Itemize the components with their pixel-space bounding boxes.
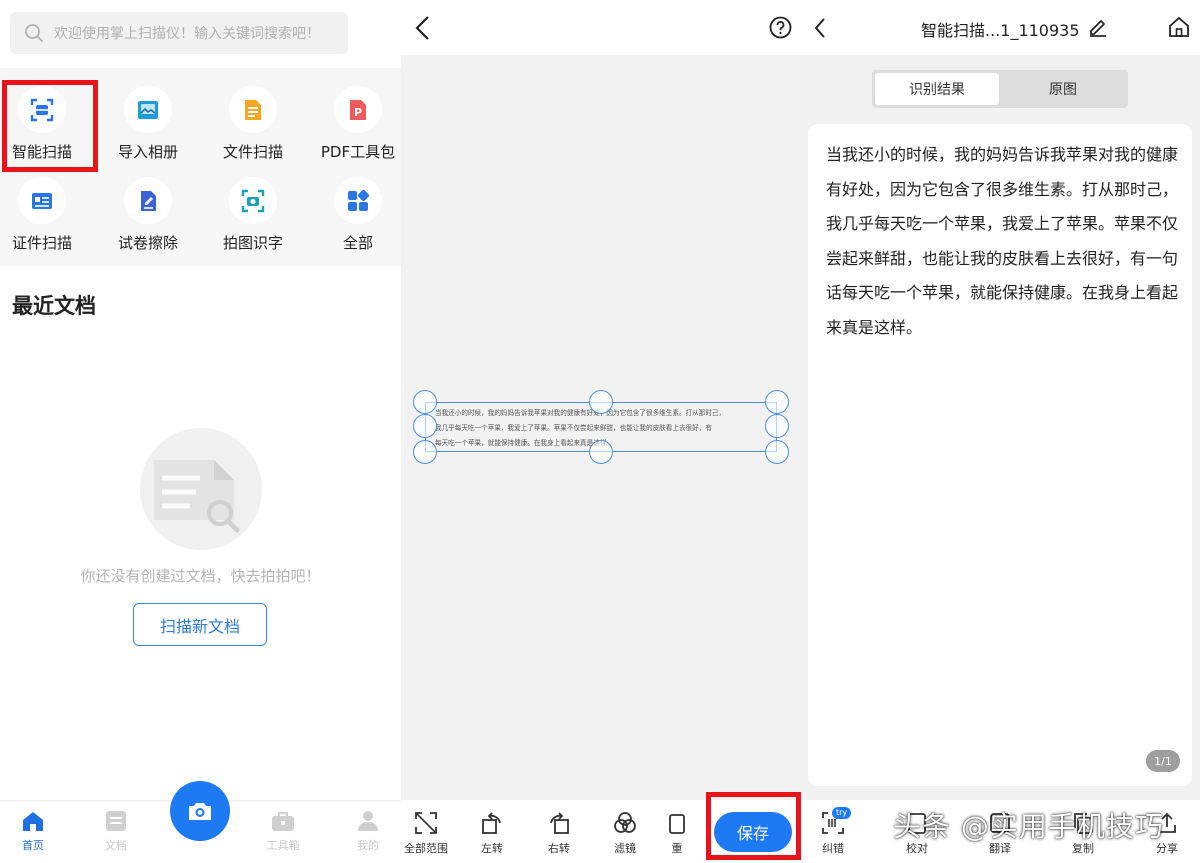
tool-label: 全部范围 [404, 842, 448, 855]
tool-rotate-left[interactable]: 左转 [467, 810, 517, 856]
nav-profile[interactable]: 我的 [338, 809, 398, 853]
rotate-left-icon [482, 812, 501, 834]
tool-filter[interactable]: 滤镜 [600, 810, 650, 856]
result-screen: 智能扫描...1_110935 识别结果 原图 当我还小的时候，我的妈妈告诉我苹… [801, 0, 1200, 863]
crop-handle-bottom-middle[interactable] [589, 440, 613, 464]
search-bar[interactable]: 欢迎使用掌上扫描仪！输入关键词搜索吧！ [10, 12, 348, 54]
crop-screen: 当我还小的时候，我的妈妈告诉我苹果对我的健康有好处，因为它包含了很多维生素。打从… [401, 0, 801, 863]
empty-docs-message: 你还没有创建过文档，快去拍拍吧！ [80, 567, 321, 585]
edit-icon[interactable] [1087, 16, 1109, 38]
preview-line: 我几乎每天吃一个苹果，我爱上了苹果。苹果不仅尝起来鲜甜，也能让我的皮肤看上去很好… [435, 424, 712, 432]
crop-handle-bottom-left[interactable] [413, 440, 437, 464]
tool-label: 证件扫描 [11, 234, 72, 252]
tool-all[interactable]: 全部 [313, 163, 401, 253]
ocr-result-text[interactable]: 当我还小的时候，我的妈妈告诉我苹果对我的健康有好处，因为它包含了很多维生素。打从… [826, 138, 1178, 345]
tool-label: 滤镜 [614, 842, 636, 855]
tab-ocr-result[interactable]: 识别结果 [875, 73, 999, 105]
back-icon[interactable] [813, 17, 827, 39]
nav-label: 我的 [357, 839, 379, 852]
tool-label: 全部 [342, 234, 373, 252]
ocr-result-card: 当我还小的时候，我的妈妈告诉我苹果对我的健康有好处，因为它包含了很多维生素。打从… [808, 124, 1192, 786]
crop-handle-middle-right[interactable] [765, 414, 789, 438]
smart-scan-highlight [2, 80, 98, 172]
save-highlight [706, 792, 801, 860]
tool-label: 试卷擦除 [117, 234, 178, 252]
filter-icon [614, 812, 636, 833]
home-screen: 欢迎使用掌上扫描仪！输入关键词搜索吧！ 智能扫描 导入相册 文件扫描 P PDF… [0, 0, 401, 863]
tool-rotate-right[interactable]: 右转 [534, 810, 584, 856]
tool-paper-erase[interactable]: 试卷擦除 [103, 163, 193, 253]
crop-handle-middle-left[interactable] [413, 414, 437, 438]
tab-original-image[interactable]: 原图 [1001, 73, 1125, 105]
page-indicator: 1/1 [1146, 750, 1180, 772]
tool-label: 拍图识字 [222, 234, 283, 252]
profile-icon [358, 811, 378, 831]
tool-label: 导入相册 [117, 143, 178, 161]
crop-handle-top-right[interactable] [765, 390, 789, 414]
camera-button[interactable] [170, 781, 230, 841]
id-card-icon [32, 192, 52, 209]
expand-icon [415, 812, 437, 834]
nav-label: 文档 [105, 839, 127, 852]
home-icon[interactable] [1167, 15, 1191, 39]
help-icon[interactable] [769, 16, 792, 39]
tool-full-range[interactable]: 全部范围 [401, 810, 451, 856]
crop-handle-bottom-right[interactable] [765, 440, 789, 464]
crop-selection[interactable]: 当我还小的时候，我的妈妈告诉我苹果对我的健康有好处，因为它包含了很多维生素。打从… [413, 390, 789, 464]
photo-ocr-icon [241, 189, 265, 212]
empty-docs-illustration [140, 428, 262, 550]
nav-toolbox[interactable]: 工具箱 [253, 809, 313, 853]
camera-icon [189, 803, 211, 820]
tool-id-card[interactable]: 证件扫描 [0, 163, 87, 253]
nav-home[interactable]: 首页 [3, 809, 63, 853]
file-scan-icon [245, 99, 261, 120]
result-tabs: 识别结果 原图 [872, 70, 1128, 108]
nav-documents[interactable]: 文档 [86, 809, 146, 853]
document-title: 智能扫描...1_110935 [921, 21, 1080, 40]
tool-label: 右转 [548, 842, 570, 855]
rotate-right-icon [550, 812, 569, 834]
album-import-icon [138, 100, 158, 119]
result-header: 智能扫描...1_110935 [801, 0, 1200, 55]
nav-label: 工具箱 [266, 839, 300, 852]
tool-label: 纠错 [822, 842, 844, 855]
grid-icon [348, 189, 370, 211]
tool-label: 重 [671, 842, 683, 855]
tool-label: 文件扫描 [222, 143, 283, 161]
search-icon [25, 24, 43, 42]
tool-correction[interactable]: try 纠错 [808, 807, 858, 856]
home-icon [23, 812, 43, 831]
crop-handle-top-middle[interactable] [589, 390, 613, 414]
tool-label: 左转 [481, 842, 503, 855]
back-icon[interactable] [413, 14, 433, 42]
toolbox-icon [272, 812, 294, 831]
tool-file-scan[interactable]: 文件扫描 [208, 72, 298, 162]
svg-text:P: P [354, 106, 362, 119]
crop-header [401, 0, 801, 55]
recent-docs-title: 最近文档 [12, 294, 96, 318]
scan-new-document-button[interactable]: 扫描新文档 [133, 603, 267, 646]
crop-handle-top-left[interactable] [413, 390, 437, 414]
tool-album-import[interactable]: 导入相册 [103, 72, 193, 162]
tool-label: PDF工具包 [320, 143, 396, 161]
watermark: 头条 @实用手机技巧 [893, 810, 1164, 843]
nav-label: 首页 [22, 839, 44, 852]
document-icon [106, 811, 126, 831]
tool-retake[interactable]: 重 [662, 810, 692, 856]
paper-erase-icon [141, 190, 156, 211]
retake-icon [669, 814, 685, 834]
tool-photo-ocr[interactable]: 拍图识字 [208, 163, 298, 253]
pdf-icon: P [350, 99, 366, 120]
search-placeholder: 欢迎使用掌上扫描仪！输入关键词搜索吧！ [54, 26, 320, 42]
empty-document-icon [154, 460, 240, 533]
try-badge: try [832, 807, 852, 819]
tool-pdf[interactable]: P PDF工具包 [313, 72, 401, 162]
